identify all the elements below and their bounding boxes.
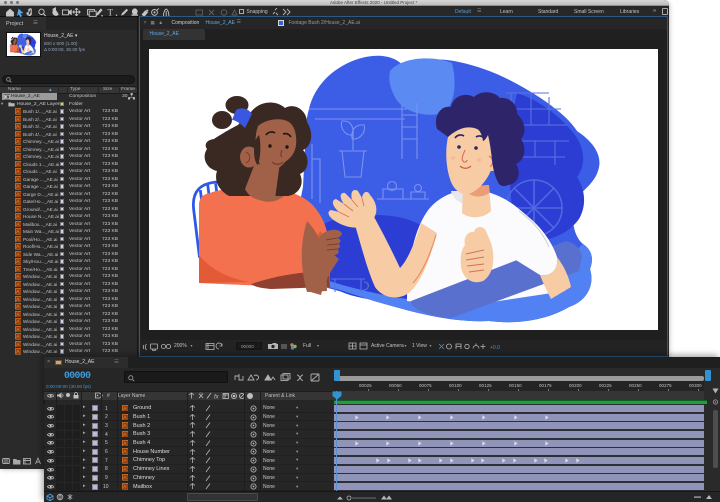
svg-text:+0.0: +0.0 (490, 345, 500, 351)
svg-text:T: T (108, 7, 114, 16)
svg-text:fx: fx (214, 394, 220, 399)
